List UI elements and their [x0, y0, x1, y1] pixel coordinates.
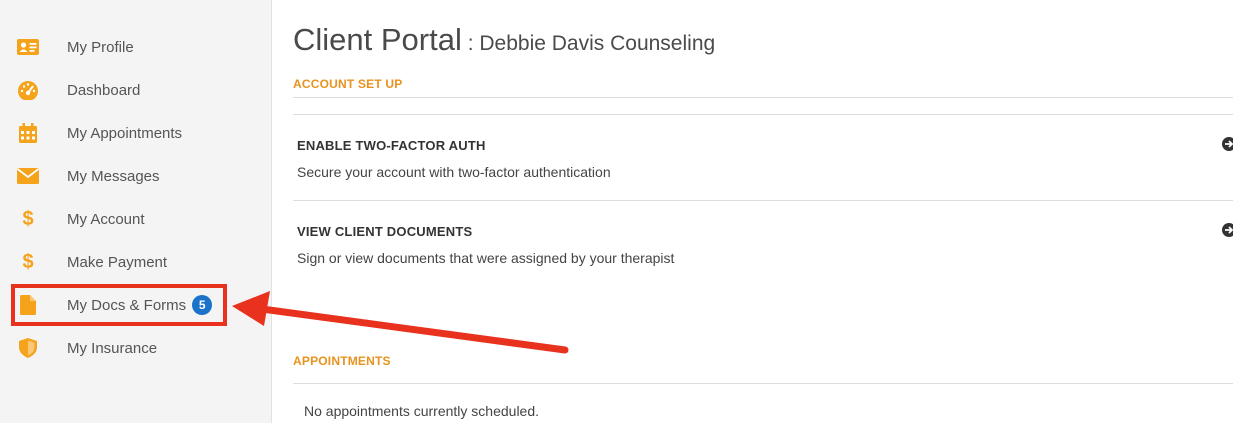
dollar-icon: $ [22, 207, 34, 230]
section-header-account-setup: ACCOUNT SET UP [293, 77, 403, 91]
page-title-separator: : [461, 32, 480, 55]
dollar-icon: $ [22, 250, 34, 273]
sidebar-item-label: Dashboard [67, 81, 141, 99]
card-description: Sign or view documents that were assigne… [297, 250, 675, 266]
sidebar-item-label: My Messages [67, 167, 160, 185]
dashboard-gauge-icon [17, 79, 39, 101]
arrow-circle-right-icon[interactable] [1222, 137, 1233, 151]
sidebar-nav: My Profile Dashboard My Appointments My … [0, 0, 272, 423]
sidebar-item-my-messages[interactable]: My Messages [0, 156, 271, 196]
sidebar-item-label: Make Payment [67, 253, 168, 271]
sidebar-item-my-insurance[interactable]: My Insurance [0, 328, 271, 368]
page-title: Client Portal : Debbie Davis Counseling [293, 22, 715, 58]
sidebar-item-my-appointments[interactable]: My Appointments [0, 113, 271, 153]
page-title-practice-name: Debbie Davis Counseling [479, 32, 716, 55]
card-title: VIEW CLIENT DOCUMENTS [297, 224, 473, 239]
card-divider [293, 114, 1233, 115]
shield-icon [17, 337, 39, 359]
section-divider [293, 383, 1233, 384]
page-title-main: Client Portal [293, 22, 462, 57]
sidebar-item-label: My Profile [67, 38, 134, 56]
card-divider [293, 200, 1233, 201]
calendar-icon [17, 122, 39, 144]
card-description: Secure your account with two-factor auth… [297, 164, 611, 180]
notification-count-badge: 5 [192, 295, 213, 315]
sidebar-item-label-text: My Docs & Forms [67, 296, 187, 314]
sidebar-item-label: My Insurance [67, 339, 158, 357]
no-appointments-text: No appointments currently scheduled. [304, 403, 540, 419]
section-header-appointments: APPOINTMENTS [293, 354, 391, 368]
sidebar-item-make-payment[interactable]: $ Make Payment [0, 242, 271, 282]
sidebar-item-label: My Appointments [67, 124, 183, 142]
sidebar-item-my-profile[interactable]: My Profile [0, 27, 271, 67]
document-icon [17, 294, 39, 316]
sidebar-item-my-docs-forms[interactable]: My Docs & Forms 5 [0, 285, 271, 325]
sidebar-item-dashboard[interactable]: Dashboard [0, 70, 271, 110]
sidebar-item-label: My Docs & Forms 5 [67, 295, 213, 315]
envelope-icon [17, 165, 39, 187]
arrow-circle-right-icon[interactable] [1222, 223, 1233, 237]
card-title: ENABLE TWO-FACTOR AUTH [297, 138, 486, 153]
main-content: Client Portal : Debbie Davis Counseling … [293, 0, 1233, 423]
sidebar-item-label: My Account [67, 210, 145, 228]
section-divider [293, 97, 1233, 98]
profile-card-icon [17, 36, 39, 58]
sidebar-item-my-account[interactable]: $ My Account [0, 199, 271, 239]
